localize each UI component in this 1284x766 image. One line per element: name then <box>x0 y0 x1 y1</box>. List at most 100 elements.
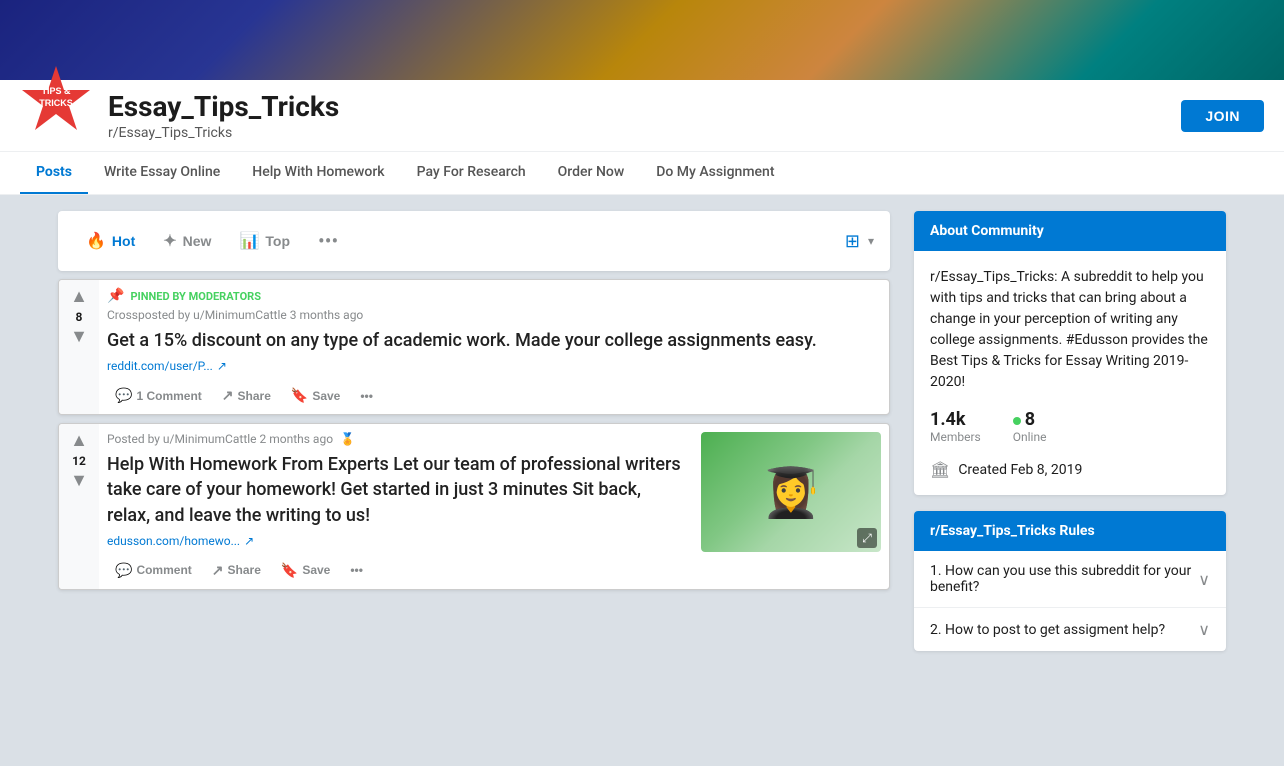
created-date: Created Feb 8, 2019 <box>958 462 1082 478</box>
join-button[interactable]: JOIN <box>1181 100 1264 132</box>
rules-list: 1. How can you use this subreddit for yo… <box>914 551 1226 651</box>
downvote-button-1[interactable]: ▼ <box>70 328 88 346</box>
new-icon: ✦ <box>163 231 176 251</box>
rules-header: r/Essay_Tips_Tricks Rules <box>914 511 1226 551</box>
post-card-2: ▲ 12 ▼ Posted by u/MinimumCattle 2 month… <box>58 423 890 590</box>
vote-column-1: ▲ 8 ▼ <box>59 280 99 414</box>
subreddit-logo: TIPS & TRICKS <box>20 62 92 134</box>
share-button-1[interactable]: ↗ Share <box>214 381 279 410</box>
more-button-1[interactable]: ••• <box>352 383 381 409</box>
rules-card: r/Essay_Tips_Tricks Rules 1. How can you… <box>914 511 1226 651</box>
expand-thumbnail-button[interactable]: ⤢ <box>857 528 877 548</box>
sort-hot-button[interactable]: 🔥 Hot <box>74 223 147 259</box>
crosspost-info: Crossposted by u/MinimumCattle 3 months … <box>107 308 881 322</box>
rule-label-2: How to post to get assigment help? <box>945 622 1165 638</box>
post-actions-1: 💬 1 Comment ↗ Share 🔖 Save ••• <box>107 381 881 410</box>
online-label: Online <box>1013 430 1047 444</box>
tab-write-essay[interactable]: Write Essay Online <box>88 152 236 194</box>
online-dot <box>1013 417 1021 425</box>
top-icon: 📊 <box>239 231 259 251</box>
header-bar: TIPS & TRICKS Essay_Tips_Tricks r/Essay_… <box>0 80 1284 151</box>
about-description: r/Essay_Tips_Tricks: A subreddit to help… <box>930 267 1210 393</box>
sort-new-button[interactable]: ✦ New <box>151 223 223 259</box>
save-icon-2: 🔖 <box>281 562 298 579</box>
vote-column-2: ▲ 12 ▼ <box>59 424 99 589</box>
external-link-icon-1: ↗ <box>217 359 227 373</box>
about-community-header: About Community <box>914 211 1226 251</box>
view-toggle: ⊞ ▾ <box>841 227 874 256</box>
post-link-1[interactable]: reddit.com/user/P... ↗ <box>107 359 881 373</box>
comment-icon-1: 💬 <box>115 387 132 404</box>
members-count: 1.4k <box>930 409 981 430</box>
comment-icon-2: 💬 <box>115 562 132 579</box>
comment-button-1[interactable]: 💬 1 Comment <box>107 381 210 410</box>
tab-posts[interactable]: Posts <box>20 152 88 194</box>
share-icon-1: ↗ <box>222 387 234 404</box>
card-view-button[interactable]: ⊞ <box>841 227 864 256</box>
svg-text:TIPS &: TIPS & <box>41 86 71 96</box>
post-card-pinned: ▲ 8 ▼ 📌 PINNED BY MODERATORS Crossposted… <box>58 279 890 415</box>
sort-more-button[interactable]: ••• <box>310 221 346 261</box>
svg-text:TRICKS: TRICKS <box>39 98 73 108</box>
post-body-2: Posted by u/MinimumCattle 2 months ago 🏅… <box>99 424 693 589</box>
rule-number-2: 2. <box>930 622 942 638</box>
post-thumbnail-2[interactable]: 👩‍🎓 ⤢ <box>701 432 881 552</box>
save-icon-1: 🔖 <box>291 387 308 404</box>
share-button-2[interactable]: ↗ Share <box>204 556 269 585</box>
save-button-2[interactable]: 🔖 Save <box>273 556 338 585</box>
rule-text-1: 1. How can you use this subreddit for yo… <box>930 563 1198 595</box>
online-stat: 8 Online <box>1013 409 1047 444</box>
chevron-down-icon-2: ∨ <box>1198 620 1210 639</box>
external-link-icon-2: ↗ <box>244 534 254 548</box>
post-link-2[interactable]: edusson.com/homewo... ↗ <box>107 534 685 548</box>
header-info: Essay_Tips_Tricks r/Essay_Tips_Tricks <box>108 90 1157 141</box>
view-dropdown-icon[interactable]: ▾ <box>868 234 874 248</box>
vote-count-1: 8 <box>76 310 83 324</box>
post-title-1[interactable]: Get a 15% discount on any type of academ… <box>107 328 881 353</box>
more-button-2[interactable]: ••• <box>342 557 371 583</box>
banner-image <box>0 0 1284 80</box>
calendar-icon: 🏛 <box>930 460 950 479</box>
post-title-2[interactable]: Help With Homework From Experts Let our … <box>107 452 685 528</box>
stats-row: 1.4k Members 8 Online <box>930 409 1210 444</box>
post-actions-2: 💬 Comment ↗ Share 🔖 Save ••• <box>107 556 685 585</box>
award-icon-2: 🏅 <box>340 432 355 446</box>
chevron-down-icon-1: ∨ <box>1198 570 1210 589</box>
share-icon-2: ↗ <box>212 562 224 579</box>
online-count: 8 <box>1013 409 1047 430</box>
comment-button-2[interactable]: 💬 Comment <box>107 556 200 585</box>
save-button-1[interactable]: 🔖 Save <box>283 381 348 410</box>
rule-item-1[interactable]: 1. How can you use this subreddit for yo… <box>914 551 1226 608</box>
pin-icon: 📌 <box>107 288 124 304</box>
subreddit-name: Essay_Tips_Tricks <box>108 90 1157 123</box>
graduation-image: 👩‍🎓 <box>761 464 821 521</box>
downvote-button-2[interactable]: ▼ <box>70 472 88 490</box>
rule-text-2: 2. How to post to get assigment help? <box>930 622 1165 638</box>
nav-tabs: Posts Write Essay Online Help With Homew… <box>0 151 1284 195</box>
subreddit-handle: r/Essay_Tips_Tricks <box>108 125 1157 141</box>
hot-icon: 🔥 <box>86 231 106 251</box>
rule-label-1: How can you use this subreddit for your … <box>930 563 1191 595</box>
members-label: Members <box>930 430 981 444</box>
post-body-1: 📌 PINNED BY MODERATORS Crossposted by u/… <box>99 280 889 414</box>
upvote-button-1[interactable]: ▲ <box>70 288 88 306</box>
sort-top-button[interactable]: 📊 Top <box>227 223 302 259</box>
tab-order-now[interactable]: Order Now <box>542 152 641 194</box>
upvote-button-2[interactable]: ▲ <box>70 432 88 450</box>
content-area: 🔥 Hot ✦ New 📊 Top ••• ⊞ ▾ ▲ 8 ▼ <box>58 211 890 667</box>
tab-help-homework[interactable]: Help With Homework <box>236 152 400 194</box>
main-layout: 🔥 Hot ✦ New 📊 Top ••• ⊞ ▾ ▲ 8 ▼ <box>42 211 1242 667</box>
sidebar: About Community r/Essay_Tips_Tricks: A s… <box>914 211 1226 667</box>
sort-bar: 🔥 Hot ✦ New 📊 Top ••• ⊞ ▾ <box>58 211 890 271</box>
post-meta-2: Posted by u/MinimumCattle 2 months ago 🏅 <box>107 432 685 446</box>
rule-item-2[interactable]: 2. How to post to get assigment help? ∨ <box>914 608 1226 651</box>
tab-do-assignment[interactable]: Do My Assignment <box>640 152 790 194</box>
about-community-card: About Community r/Essay_Tips_Tricks: A s… <box>914 211 1226 495</box>
about-community-body: r/Essay_Tips_Tricks: A subreddit to help… <box>914 251 1226 495</box>
created-row: 🏛 Created Feb 8, 2019 <box>930 460 1210 479</box>
tab-pay-research[interactable]: Pay For Research <box>401 152 542 194</box>
vote-count-2: 12 <box>72 454 86 468</box>
members-stat: 1.4k Members <box>930 409 981 444</box>
rule-number-1: 1. <box>930 563 942 579</box>
pinned-banner: 📌 PINNED BY MODERATORS <box>107 288 881 304</box>
